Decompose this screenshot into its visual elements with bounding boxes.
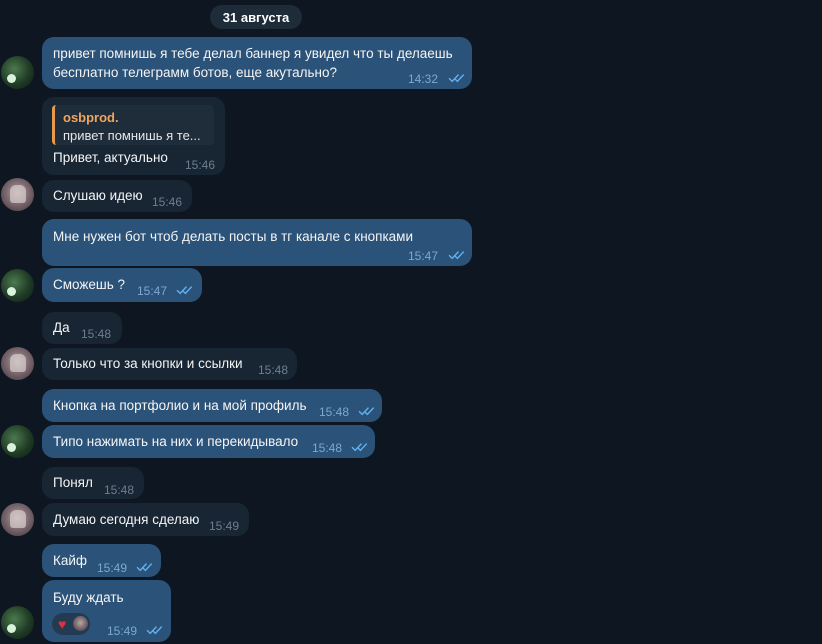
message-text: Привет, актуально: [53, 150, 168, 165]
message-bubble[interactable]: Да 15:48: [42, 312, 122, 344]
message-bubble[interactable]: Только что за кнопки и ссылки 15:48: [42, 348, 297, 380]
message-bubble[interactable]: Мне нужен бот чтоб делать посты в тг кан…: [42, 219, 472, 266]
message-bubble[interactable]: osbprod. привет помнишь я те... Привет, …: [42, 97, 225, 175]
message-time: 15:48: [312, 441, 343, 455]
reaction-chip[interactable]: ♥: [52, 613, 90, 635]
double-check-icon: [136, 563, 153, 572]
message-time: 15:48: [319, 405, 350, 419]
avatar[interactable]: [1, 503, 34, 536]
double-check-icon: [448, 74, 465, 83]
avatar[interactable]: [1, 178, 34, 211]
double-check-icon: [351, 443, 368, 452]
message-text: Да: [53, 320, 70, 335]
message-bubble[interactable]: Буду ждать ♥ 15:49: [42, 580, 171, 642]
reply-author: osbprod.: [63, 110, 119, 125]
message-text: Кнопка на портфолио и на мой профиль: [53, 398, 307, 413]
avatar[interactable]: [1, 269, 34, 302]
reactor-avatar: [73, 616, 88, 631]
message-text: Только что за кнопки и ссылки: [53, 356, 243, 371]
double-check-icon: [146, 626, 163, 635]
message-time: 15:47: [408, 249, 439, 263]
message-bubble[interactable]: привет помнишь я тебе делал баннер я уви…: [42, 37, 472, 89]
date-separator: 31 августа: [210, 5, 302, 29]
avatar[interactable]: [1, 606, 34, 639]
avatar[interactable]: [1, 425, 34, 458]
avatar[interactable]: [1, 56, 34, 89]
avatar-badge-icon: [7, 74, 16, 83]
message-text: Думаю сегодня сделаю: [53, 512, 200, 527]
message-bubble[interactable]: Понял 15:48: [42, 467, 144, 499]
double-check-icon: [176, 286, 193, 295]
message-time: 15:49: [97, 561, 128, 575]
message-text: Буду ждать: [53, 590, 124, 605]
message-time: 15:48: [104, 483, 135, 497]
message-time: 15:46: [185, 158, 216, 172]
double-check-icon: [448, 251, 465, 260]
message-bubble[interactable]: Типо нажимать на них и перекидывало 15:4…: [42, 425, 375, 458]
avatar[interactable]: [1, 347, 34, 380]
double-check-icon: [358, 407, 375, 416]
avatar-badge-icon: [7, 443, 16, 452]
message-text: Типо нажимать на них и перекидывало: [53, 434, 299, 449]
message-bubble[interactable]: Кайф 15:49: [42, 544, 161, 577]
reply-preview[interactable]: osbprod. привет помнишь я те...: [52, 105, 214, 145]
message-text: Понял: [53, 475, 93, 490]
avatar-figure: [10, 510, 26, 528]
message-time: 15:47: [137, 284, 168, 298]
message-time: 15:49: [107, 624, 138, 638]
message-bubble[interactable]: Сможешь ? 15:47: [42, 268, 202, 302]
message-text: бесплатно телеграмм ботов, еще акутально…: [53, 65, 337, 80]
message-text: Мне нужен бот чтоб делать посты в тг кан…: [53, 229, 413, 244]
message-text: Слушаю идею: [53, 188, 143, 203]
message-bubble[interactable]: Слушаю идею 15:46: [42, 180, 192, 212]
avatar-figure: [10, 185, 26, 203]
message-bubble[interactable]: Кнопка на портфолио и на мой профиль 15:…: [42, 389, 382, 422]
message-text: Сможешь ?: [53, 277, 126, 292]
reply-quote: привет помнишь я те...: [63, 128, 201, 143]
message-bubble[interactable]: Думаю сегодня сделаю 15:49: [42, 503, 249, 536]
chat-view: 31 августа привет помнишь я тебе делал б…: [0, 0, 822, 644]
heart-icon: ♥: [58, 616, 67, 632]
avatar-badge-icon: [7, 287, 16, 296]
message-time: 15:48: [258, 363, 289, 377]
message-time: 15:49: [209, 519, 240, 533]
message-text: Кайф: [53, 553, 88, 568]
avatar-figure: [10, 354, 26, 372]
message-text: привет помнишь я тебе делал баннер я уви…: [53, 46, 453, 61]
avatar-badge-icon: [7, 624, 16, 633]
message-time: 15:48: [81, 327, 112, 341]
message-time: 14:32: [408, 72, 439, 86]
message-time: 15:46: [152, 195, 183, 209]
